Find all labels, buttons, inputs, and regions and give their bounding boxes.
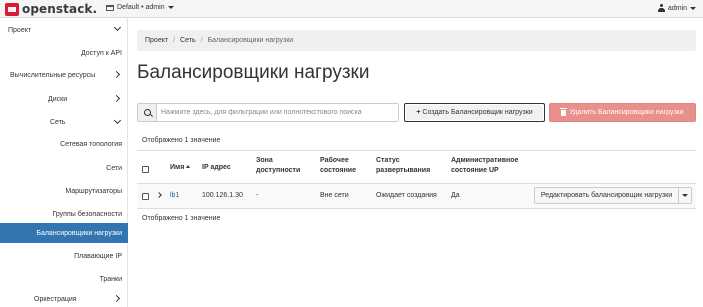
- breadcrumb: Проект / Сеть / Балансировщики нагрузки: [137, 30, 696, 51]
- ip-address-cell: 100.126.1.30: [202, 192, 243, 199]
- filter-button[interactable]: [138, 104, 157, 121]
- sidebar-item-security-groups[interactable]: Группы безопасности: [0, 204, 128, 224]
- column-header-line: состояние: [320, 167, 356, 174]
- sidebar-item-load-balancers[interactable]: Балансировщики нагрузки: [0, 223, 128, 243]
- sidebar-item-label: Вычислительные ресурсы: [10, 71, 96, 79]
- column-header-operating-status: Рабочее состояние: [320, 156, 356, 176]
- column-header-name[interactable]: Имя: [170, 163, 191, 173]
- breadcrumb-item-current: Балансировщики нагрузки: [207, 37, 294, 44]
- select-all-checkbox[interactable]: [142, 166, 149, 173]
- column-header-line: Рабочее: [320, 157, 349, 164]
- column-header-admin-state: Административное состояние UP: [451, 156, 518, 176]
- sidebar-item-network-topology[interactable]: Сетевая топология: [0, 134, 128, 154]
- table-divider: [137, 150, 696, 151]
- column-header-line: Зона: [256, 157, 273, 164]
- operating-status-cell: Вне сети: [320, 192, 349, 199]
- chevron-right-icon: [112, 70, 121, 79]
- sidebar-item-label: Диски: [48, 95, 68, 103]
- column-header-provisioning-status: Статус развертывания: [376, 156, 430, 176]
- trash-icon: [560, 107, 568, 116]
- logo-text: openstack.: [22, 2, 98, 16]
- load-balancer-name-link[interactable]: lb1: [170, 192, 179, 199]
- breadcrumb-separator: /: [200, 37, 203, 44]
- plus-icon: +: [416, 109, 421, 116]
- row-actions-dropdown[interactable]: [678, 187, 692, 204]
- sidebar-item-label: Группы безопасности: [52, 210, 122, 218]
- sidebar-item-label: Проект: [8, 26, 32, 34]
- top-navbar: openstack. Default • admin admin: [0, 0, 703, 18]
- sidebar-item-label: Плавающие IP: [74, 252, 122, 260]
- sidebar-item-label: Сеть: [50, 118, 66, 126]
- create-load-balancer-button[interactable]: + Создать Балансировщик нагрузки: [404, 103, 545, 122]
- sidebar-section-project[interactable]: Проект: [0, 20, 128, 40]
- sidebar-item-label: Сети: [106, 164, 122, 172]
- table-divider: [137, 208, 696, 209]
- openstack-logo[interactable]: openstack.: [5, 2, 97, 16]
- user-name: admin: [667, 4, 687, 12]
- sidebar-item-label: Транки: [99, 275, 122, 283]
- user-icon: [657, 4, 665, 12]
- chevron-down-icon: [113, 116, 122, 125]
- sidebar-item-label: Маршрутизаторы: [65, 187, 122, 195]
- page-title: Балансировщики нагрузки: [137, 62, 370, 83]
- caret-down-icon: [167, 6, 174, 9]
- filter-input[interactable]: [157, 104, 398, 121]
- column-header-zone: Зона доступности: [256, 156, 300, 176]
- create-button-label: Создать Балансировщик нагрузки: [422, 109, 533, 116]
- chevron-right-icon: [112, 294, 121, 303]
- sidebar-group-network[interactable]: Сеть: [0, 112, 128, 132]
- sidebar-group-orchestration[interactable]: Оркестрация: [0, 289, 128, 307]
- provisioning-status-cell: Ожидает создания: [376, 192, 437, 199]
- user-menu[interactable]: admin: [657, 4, 696, 12]
- sidebar-item-label: Балансировщики нагрузки: [36, 229, 122, 237]
- sidebar-item-trunks[interactable]: Транки: [0, 269, 128, 289]
- sidebar: Проект Доступ к API Вычислительные ресур…: [0, 18, 128, 307]
- openstack-logo-icon: [5, 2, 19, 16]
- edit-load-balancer-button[interactable]: Редактировать балансировщик нагрузки: [534, 187, 679, 204]
- column-header-line: Статус: [376, 157, 400, 164]
- caret-down-icon: [690, 6, 696, 10]
- sidebar-group-compute[interactable]: Вычислительные ресурсы: [0, 65, 128, 85]
- row-select-checkbox[interactable]: [142, 193, 149, 200]
- column-header-line: Административное: [451, 157, 519, 164]
- project-picker[interactable]: Default • admin: [106, 4, 174, 11]
- sidebar-item-label: Сетевая топология: [60, 140, 122, 148]
- column-header-line: состояние UP: [451, 167, 499, 174]
- sidebar-item-label: Оркестрация: [34, 295, 77, 303]
- sidebar-item-floating-ips[interactable]: Плавающие IP: [0, 246, 128, 266]
- breadcrumb-item-network[interactable]: Сеть: [180, 37, 196, 44]
- column-header-label: Имя: [170, 164, 185, 171]
- sidebar-item-routers[interactable]: Маршрутизаторы: [0, 181, 128, 201]
- project-icon: [106, 4, 114, 11]
- availability-zone-cell: -: [256, 192, 259, 199]
- column-header-line: доступности: [256, 167, 301, 174]
- chevron-right-icon: [112, 94, 121, 103]
- admin-state-cell: Да: [451, 192, 460, 199]
- sidebar-item-networks[interactable]: Сети: [0, 158, 128, 178]
- sort-asc-icon: [186, 165, 191, 168]
- project-picker-label: Default • admin: [117, 4, 165, 11]
- breadcrumb-separator: /: [173, 37, 176, 44]
- sidebar-item-label: Доступ к API: [80, 49, 122, 57]
- search-icon: [143, 109, 151, 116]
- table-divider: [137, 183, 696, 184]
- delete-load-balancers-button[interactable]: Удалить Балансировщики нагрузки: [549, 103, 696, 122]
- sidebar-item-api-access[interactable]: Доступ к API: [0, 43, 128, 63]
- column-header-line: развертывания: [376, 167, 431, 174]
- sidebar-group-volumes[interactable]: Диски: [0, 89, 128, 109]
- items-count-top: Отображено 1 значение: [142, 137, 221, 144]
- filter-group: [137, 103, 399, 122]
- items-count-bottom: Отображено 1 значение: [142, 215, 221, 222]
- delete-button-label: Удалить Балансировщики нагрузки: [569, 109, 684, 116]
- caret-down-icon: [682, 194, 688, 197]
- chevron-down-icon: [113, 23, 122, 32]
- column-header-ip: IP адрес: [202, 164, 231, 171]
- breadcrumb-item-project[interactable]: Проект: [145, 37, 168, 44]
